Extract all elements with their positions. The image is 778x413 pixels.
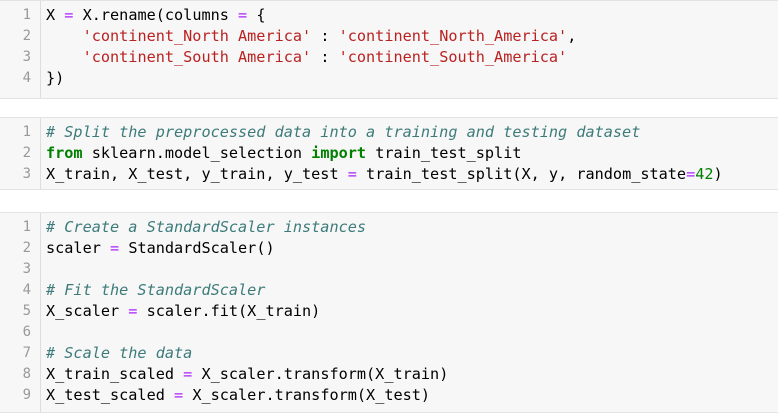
line-number: 5 [22, 303, 31, 319]
code-token: X_train_scaled [46, 365, 184, 383]
code-text: X_scaler = scaler.fit(X_train) [46, 301, 320, 322]
code-line[interactable]: 9 X_test_scaled = X_scaler.transform(X_te… [0, 385, 778, 406]
code-line[interactable]: 4}) [0, 68, 778, 89]
code-token: StandardScaler() [119, 239, 275, 257]
code-text: # Scale the data [46, 343, 192, 364]
code-line[interactable]: 5 X_scaler = scaler.fit(X_train) [0, 301, 778, 322]
code-text: X_test_scaled = X_scaler.transform(X_tes… [46, 385, 430, 406]
code-text: # Split the preprocessed data into a tra… [46, 122, 640, 143]
code-token: : [311, 48, 339, 66]
code-text: }) [46, 68, 64, 89]
code-token: = [238, 6, 248, 24]
code-text: from sklearn.model_selection import trai… [46, 143, 522, 164]
code-token: X_scaler.transform(X_train) [192, 365, 449, 383]
line-number: 4 [22, 70, 31, 86]
code-token: }) [46, 69, 65, 87]
code-token: # Scale the data [46, 344, 193, 362]
code-token: 'continent_North America' [82, 27, 312, 45]
code-token: # Split the preprocessed data into a tra… [46, 123, 641, 141]
code-text: # Fit the StandardScaler [46, 280, 265, 301]
code-line[interactable]: 1 # Split the preprocessed data into a tr… [0, 122, 778, 143]
code-line[interactable]: 8 X_train_scaled = X_scaler.transform(X_t… [0, 364, 778, 385]
code-token: = [183, 365, 193, 383]
code-token: X.rename(columns [73, 6, 239, 24]
line-number: 6 [22, 324, 31, 340]
code-token: train_test_split(X, y, random_state [356, 165, 687, 183]
line-number: 2 [22, 28, 31, 44]
code-token: X_train, X_test, y_train, y_test [46, 165, 348, 183]
code-token: sklearn.model_selection [82, 144, 312, 162]
code-cell-split[interactable]: 1 # Split the preprocessed data into a tr… [0, 117, 778, 190]
code-token: ) [713, 165, 723, 183]
code-token: , [567, 27, 577, 45]
code-line[interactable]: 6 [0, 322, 778, 343]
code-line[interactable]: 2 from sklearn.model_selection import tra… [0, 143, 778, 164]
code-cell-scaler[interactable]: 1 # Create a StandardScaler instances 2 sca… [0, 212, 778, 413]
code-token: import [311, 144, 367, 162]
code-token: 'continent_South America' [82, 48, 312, 66]
code-token: = [110, 239, 120, 257]
line-number: 8 [22, 366, 31, 382]
code-token: { [247, 6, 266, 24]
code-token: = [347, 165, 357, 183]
code-token: 'continent_South_America' [338, 48, 568, 66]
code-line[interactable]: 1 X = X.rename(columns = { [0, 5, 778, 26]
code-cell-rename[interactable]: 1X = X.rename(columns = {2 'continent_No… [0, 0, 778, 99]
code-text: 'continent_South America' : 'continent_S… [46, 47, 568, 68]
code-token: X [46, 6, 65, 24]
code-token: train_test_split [366, 144, 522, 162]
code-text: # Create a StandardScaler instances [46, 217, 366, 238]
code-line[interactable]: 2 scaler = StandardScaler() [0, 238, 778, 259]
code-line[interactable]: 3 X_train, X_test, y_train, y_test = trai… [0, 164, 778, 185]
line-number: 3 [22, 261, 31, 277]
code-token: # Create a StandardScaler instances [46, 218, 367, 236]
code-text: X = X.rename(columns = { [46, 5, 266, 26]
line-number: 1 [22, 124, 31, 140]
code-line[interactable]: 1 # Create a StandardScaler instances [0, 217, 778, 238]
code-token: X_test_scaled [46, 386, 175, 404]
line-number: 3 [22, 49, 31, 65]
line-number: 7 [22, 345, 31, 361]
code-line[interactable]: 7 # Scale the data [0, 343, 778, 364]
code-token: scaler [46, 239, 111, 257]
code-text: X_train_scaled = X_scaler.transform(X_tr… [46, 364, 448, 385]
code-token: 'continent_North_America' [338, 27, 568, 45]
line-number: 2 [22, 145, 31, 161]
code-token: X_scaler [46, 302, 129, 320]
line-number: 1 [22, 219, 31, 235]
code-token: X_scaler.transform(X_test) [183, 386, 431, 404]
code-token: = [174, 386, 184, 404]
line-number: 9 [22, 387, 31, 403]
code-line[interactable]: 4 # Fit the StandardScaler [0, 280, 778, 301]
code-line[interactable]: 2 'continent_North America' : 'continent… [0, 26, 778, 47]
line-number: 3 [22, 166, 31, 182]
code-text: scaler = StandardScaler() [46, 238, 275, 259]
code-token: scaler.fit(X_train) [137, 302, 321, 320]
code-line[interactable]: 3 [0, 259, 778, 280]
code-text: X_train, X_test, y_train, y_test = train… [46, 164, 723, 185]
code-token: : [311, 27, 339, 45]
line-number: 1 [22, 7, 31, 23]
code-line[interactable]: 3 'continent_South America' : 'continent… [0, 47, 778, 68]
line-number: 4 [22, 282, 31, 298]
code-token: # Fit the StandardScaler [46, 281, 266, 299]
code-text: 'continent_North America' : 'continent_N… [46, 26, 577, 47]
code-token: 42 [695, 165, 714, 183]
line-number: 2 [22, 240, 31, 256]
code-token: from [46, 144, 83, 162]
code-token: = [686, 165, 696, 183]
